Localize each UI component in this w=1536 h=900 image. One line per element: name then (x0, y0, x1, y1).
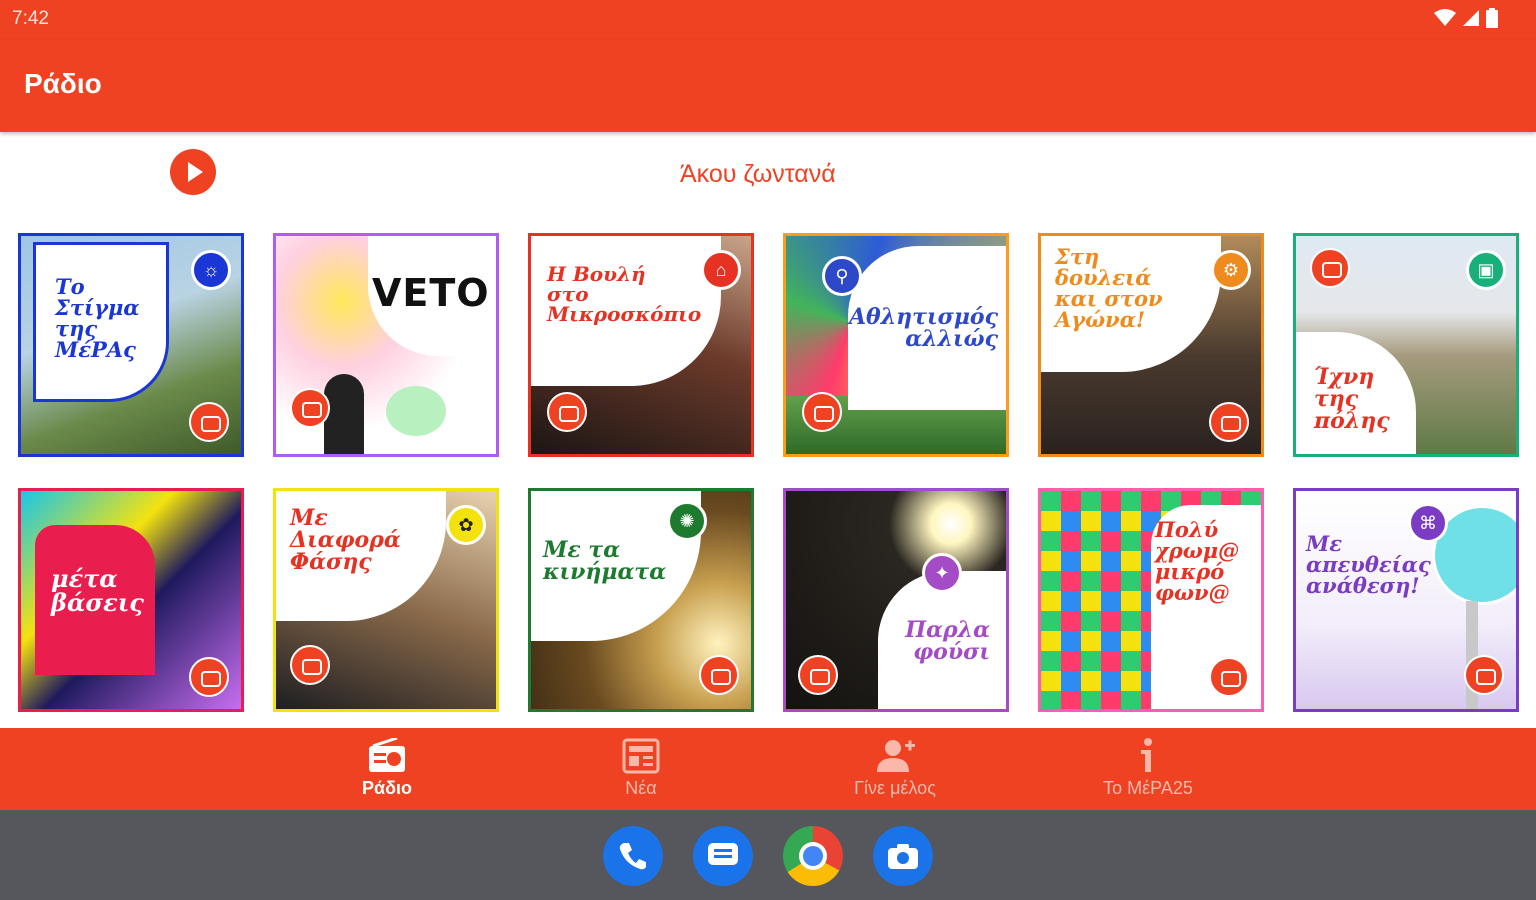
bottom-navigation: Ράδιο Νέα Γίνε μέλος Το ΜέΡΑ25 (0, 728, 1536, 810)
nav-label: Το ΜέΡΑ25 (1103, 778, 1193, 798)
nav-item-become-member[interactable]: Γίνε μέλος (805, 728, 985, 810)
radio-logo-icon (189, 657, 229, 697)
radio-logo-icon (798, 655, 838, 695)
signal-icon (1463, 10, 1479, 26)
add-person-icon (877, 740, 915, 772)
radio-logo-icon (1310, 248, 1350, 288)
radio-logo-icon (1209, 657, 1249, 697)
show-card[interactable]: Πολύ χρωμ@ μικρό φων@ (1038, 488, 1264, 712)
listen-live-row[interactable]: Άκου ζωντανά (0, 132, 1536, 222)
show-title: Πολύ χρωμ@ μικρό φων@ (1155, 517, 1240, 605)
nav-item-about[interactable]: Το ΜέΡΑ25 (1058, 728, 1238, 810)
show-title: Στη δουλειά και στον Αγώνα! (1055, 244, 1163, 332)
show-badge-icon: ⚙ (1211, 250, 1251, 290)
show-card[interactable]: Αθλητισμός αλλιώς ⚲ (783, 233, 1009, 457)
show-title: Το Στίγμα της ΜέΡΑς (55, 274, 140, 362)
show-badge-icon: ⌂ (701, 250, 741, 290)
show-badge-icon: ✺ (667, 501, 707, 541)
news-icon (622, 738, 660, 774)
show-title: Παρλα φούσι (905, 617, 990, 665)
show-badge-icon: ☼ (191, 250, 231, 290)
status-icons (1434, 8, 1498, 28)
listen-live-label[interactable]: Άκου ζωντανά (680, 160, 836, 189)
radio-logo-icon (1464, 655, 1504, 695)
show-badge-icon: ⚲ (822, 256, 862, 296)
radio-logo-icon (290, 645, 330, 685)
show-badge-icon: ✿ (446, 505, 486, 545)
page-title: Ράδιο (24, 68, 102, 99)
show-card[interactable]: Η Βουλή στο Μικροσκόπιο ⌂ (528, 233, 754, 457)
radio-logo-icon (699, 655, 739, 695)
show-title: Με τα κινήματα (543, 537, 667, 585)
info-icon (1141, 738, 1152, 772)
system-dock (0, 810, 1536, 900)
nav-label: Ράδιο (362, 778, 412, 798)
play-live-button[interactable] (170, 149, 216, 195)
messages-icon[interactable] (693, 826, 753, 886)
show-badge-icon: ▣ (1466, 250, 1506, 290)
status-time: 7:42 (12, 8, 49, 29)
show-card[interactable]: μέτα βάσεις (18, 488, 244, 712)
radio-logo-icon (290, 388, 330, 428)
show-title: Η Βουλή στο Μικροσκόπιο (547, 262, 702, 326)
show-title: VETO (372, 271, 490, 315)
status-bar: 7:42 (0, 0, 1536, 40)
show-badge-icon: ⌘ (1408, 503, 1448, 543)
show-card[interactable]: Ίχνη της πόλης ▣ (1293, 233, 1519, 457)
radio-icon (369, 738, 405, 772)
show-card[interactable]: Στη δουλειά και στον Αγώνα! ⚙ (1038, 233, 1264, 457)
show-card[interactable]: Με τα κινήματα ✺ (528, 488, 754, 712)
battery-icon (1486, 8, 1498, 28)
show-card[interactable]: Με Διαφορά Φάσης ✿ (273, 488, 499, 712)
wifi-icon (1434, 9, 1456, 26)
nav-label: Γίνε μέλος (854, 778, 936, 798)
nav-label: Νέα (625, 778, 657, 798)
show-card[interactable]: Με απευθείας ανάθεση! ⌘ (1293, 488, 1519, 712)
show-badge-icon: ✦ (922, 553, 962, 593)
shows-grid: Το Στίγμα της ΜέΡΑς ☼ VETO Η Βουλή στο Μ… (18, 233, 1519, 713)
radio-logo-icon (1209, 402, 1249, 442)
nav-item-radio[interactable]: Ράδιο (297, 728, 477, 810)
app-bar: Ράδιο (0, 40, 1536, 132)
show-title: μέτα βάσεις (51, 564, 144, 617)
radio-logo-icon (189, 402, 229, 442)
radio-logo-icon (547, 392, 587, 432)
show-card[interactable]: VETO (273, 233, 499, 457)
camera-icon[interactable] (873, 826, 933, 886)
nav-item-news[interactable]: Νέα (551, 728, 731, 810)
chrome-icon[interactable] (783, 826, 843, 886)
show-title: Ίχνη της πόλης (1314, 364, 1390, 434)
show-title: Αθλητισμός αλλιώς (848, 304, 998, 352)
show-card[interactable]: Παρλα φούσι ✦ (783, 488, 1009, 712)
show-card[interactable]: Το Στίγμα της ΜέΡΑς ☼ (18, 233, 244, 457)
show-title: Με Διαφορά Φάσης (290, 505, 401, 575)
radio-logo-icon (802, 392, 842, 432)
phone-icon[interactable] (603, 826, 663, 886)
show-title: Με απευθείας ανάθεση! (1306, 531, 1431, 598)
